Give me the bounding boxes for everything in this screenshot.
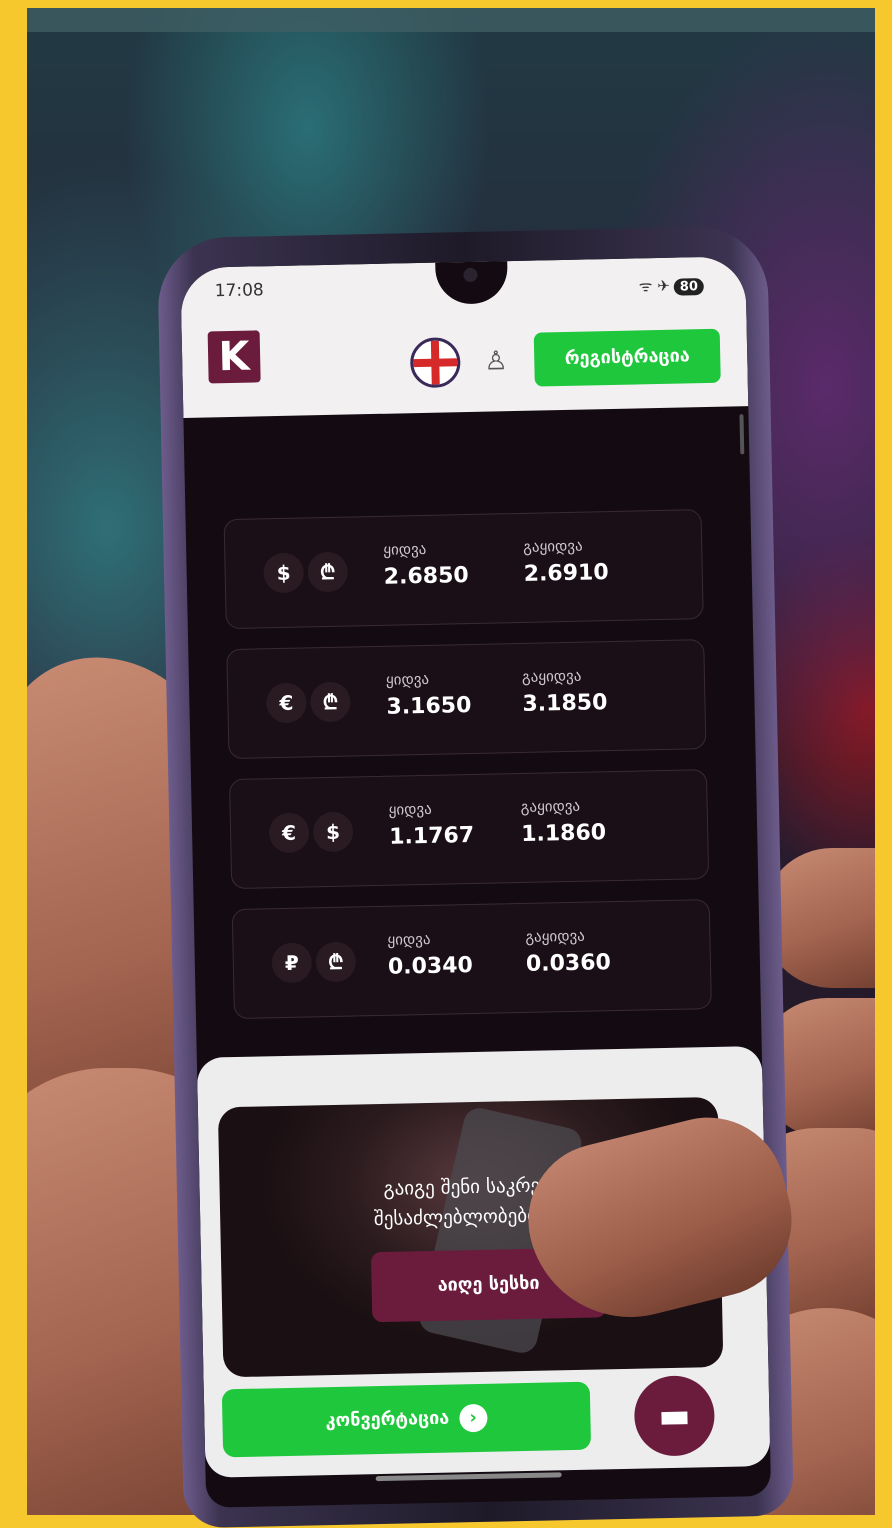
currency-from-icon: € [265,682,307,724]
buy-label: ყიდვა [383,539,427,559]
currency-from-icon: € [268,812,310,854]
sell-label: გაყიდვა [521,666,582,686]
sell-value: 2.6910 [523,560,609,587]
currency-to-icon: $ [312,811,354,853]
rate-row-eur-gel[interactable]: € ₾ ყიდვა 3.1650 გაყიდვა 3.1850 [226,639,707,760]
phone-screen: 17:08 ᯤ ✈ 80 K ♙ რეგისტრაცია $ ₾ ყიდვა 2.… [180,256,772,1508]
sell-label: გაყიდვა [522,536,583,556]
buy-value: 1.1767 [388,822,475,850]
sell-value: 3.1850 [522,690,608,717]
currency-to-icon: ₾ [309,681,351,723]
rate-row-usd-gel[interactable]: $ ₾ ყიდვა 2.6850 გაყიდვა 2.6910 [223,509,704,630]
buy-label: ყიდვა [385,669,430,689]
rate-row-eur-usd[interactable]: € $ ყიდვა 1.1767 გაყიდვა 1.1860 [228,769,710,890]
buy-value: 2.6850 [383,563,469,590]
status-icons: ᯤ ✈ 80 [639,275,705,296]
buy-value: 0.0340 [387,953,474,980]
user-icon[interactable]: ♙ [484,346,508,376]
wifi-airplane-icon: ᯤ ✈ [638,276,670,296]
conversion-button[interactable]: კონვერტაცია › [221,1381,592,1458]
home-indicator[interactable] [375,1472,562,1482]
buy-label: ყიდვა [387,929,431,949]
sell-value: 0.0360 [525,950,612,977]
currency-to-icon: ₾ [307,551,349,593]
buy-value: 3.1650 [386,692,472,720]
battery-icon: 80 [673,278,705,296]
brand-logo[interactable]: K [207,330,261,384]
sell-label: გაყიდვა [520,796,581,816]
background-top-band [27,8,875,32]
currency-from-icon: $ [263,552,305,594]
register-button[interactable]: რეგისტრაცია [533,328,721,387]
conversion-label: კონვერტაცია [325,1407,450,1432]
currency-to-icon: ₾ [315,941,357,983]
rate-row-rub-gel[interactable]: ₽ ₾ ყიდვა 0.0340 გაყიდვა 0.0360 [231,899,712,1020]
currency-from-icon: ₽ [271,942,313,984]
sell-value: 1.1860 [520,820,607,847]
status-time: 17:08 [214,280,264,302]
scrollbar[interactable] [739,414,745,455]
chevron-right-icon: › [458,1403,488,1433]
sell-label: გაყიდვა [525,926,585,946]
buy-label: ყიდვა [388,799,432,819]
